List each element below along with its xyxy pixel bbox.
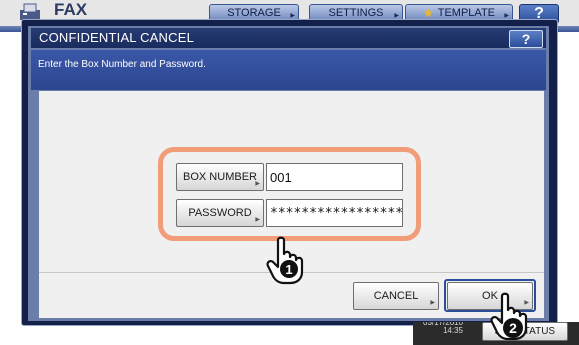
password-field[interactable]: *****************	[266, 199, 403, 227]
settings-button-label: SETTINGS	[328, 7, 384, 19]
storage-button-label: STORAGE	[227, 7, 281, 19]
corner-arrow-icon: ▶	[394, 13, 399, 19]
corner-arrow-icon: ▶	[290, 13, 295, 19]
dialog-title: CONFIDENTIAL CANCEL	[39, 30, 195, 45]
corner-arrow-icon: ▶	[504, 13, 509, 19]
box-number-value: 001	[270, 169, 292, 185]
pointing-hand-icon: 2	[490, 292, 528, 341]
step-2-number: 2	[509, 320, 517, 336]
box-number-field[interactable]: 001	[266, 163, 403, 191]
status-time: 14:35	[442, 326, 463, 335]
cancel-button-label: CANCEL	[373, 290, 419, 302]
password-button[interactable]: PASSWORD ▶	[176, 199, 264, 227]
fax-icon	[20, 3, 40, 20]
box-number-button-label: BOX NUMBER	[183, 171, 257, 183]
app-title: FAX	[54, 0, 88, 19]
dialog-help-label: ?	[521, 31, 531, 47]
dialog-help-button[interactable]: ?	[509, 30, 543, 48]
password-button-label: PASSWORD	[188, 207, 252, 219]
corner-arrow-icon: ▶	[430, 300, 435, 306]
pointing-hand-icon: 1	[266, 236, 304, 285]
cancel-button[interactable]: CANCEL ▶	[353, 282, 439, 310]
step-1-number: 1	[285, 262, 292, 277]
message-bar	[31, 50, 546, 90]
status-datetime: 03/17/2010 14:35	[423, 322, 463, 335]
instruction-message: Enter the Box Number and Password.	[38, 59, 206, 70]
corner-arrow-icon: ▶	[255, 181, 260, 187]
corner-arrow-icon: ▶	[255, 217, 260, 223]
template-button-label: TEMPLATE	[437, 7, 496, 19]
star-icon: ★	[422, 6, 434, 20]
box-number-button[interactable]: BOX NUMBER ▶	[176, 163, 264, 191]
password-value: *****************	[270, 205, 404, 221]
